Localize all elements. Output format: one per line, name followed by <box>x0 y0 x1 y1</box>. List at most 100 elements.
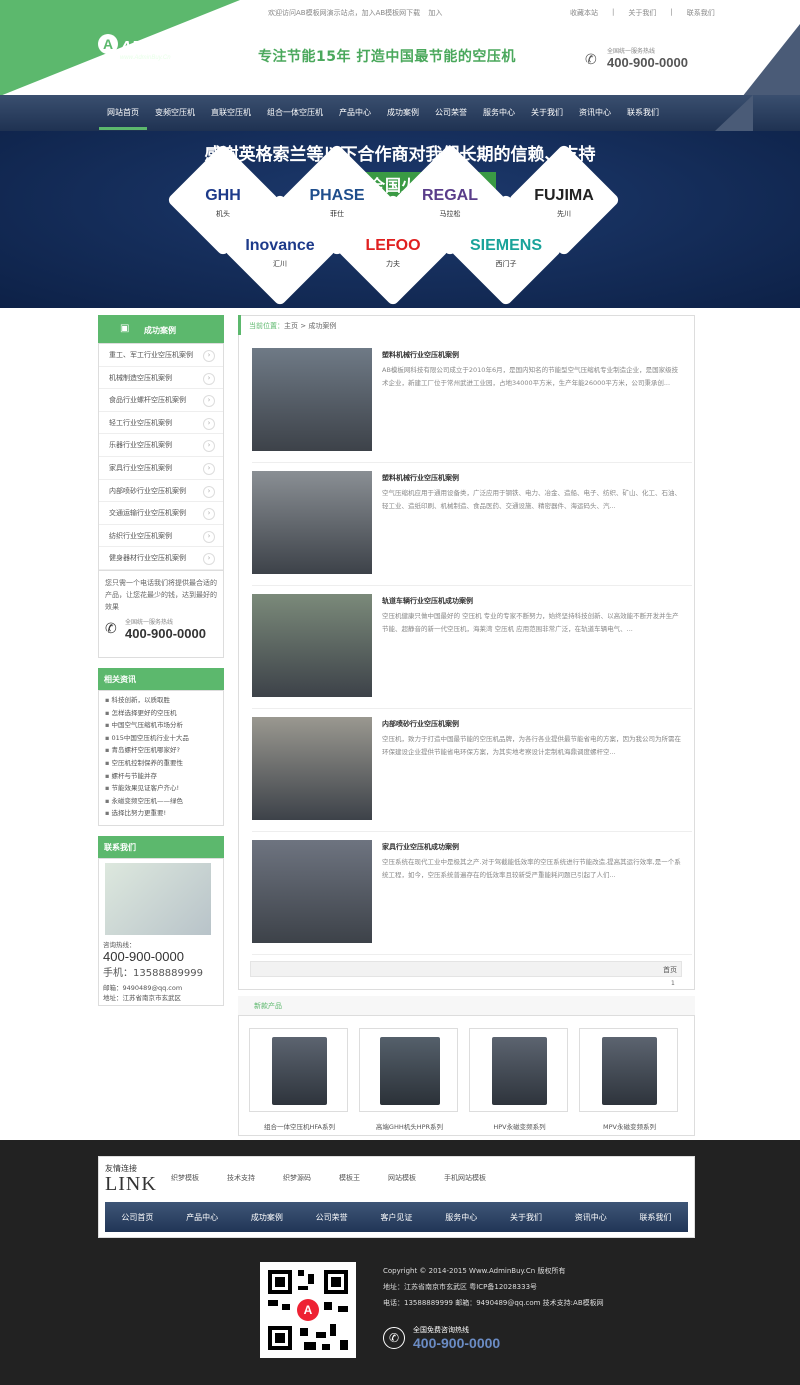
footer-nav-item[interactable]: 关于我们 <box>510 1212 542 1223</box>
sidebar-case-item[interactable]: 纺织行业空压机案例 <box>99 525 223 548</box>
footer-nav-item[interactable]: 服务中心 <box>445 1212 477 1223</box>
sidebar-case-item[interactable]: 重工、军工行业空压机案例 <box>99 344 223 367</box>
news-item[interactable]: 怎样选择更好的空压机 <box>99 707 223 720</box>
friend-link[interactable]: 手机网站模板 <box>444 1173 486 1183</box>
case-image[interactable] <box>252 840 372 943</box>
nav-item[interactable]: 服务中心 <box>475 96 523 130</box>
sidebar-contact: 咨询热线： 400-900-0000 手机：13588889999 邮箱：949… <box>98 857 224 1006</box>
sidebar-case-item[interactable]: 轻工行业空压机案例 <box>99 412 223 435</box>
news-item[interactable]: 螺杆与节能并存 <box>99 770 223 783</box>
footer-nav-item[interactable]: 联系我们 <box>640 1212 672 1223</box>
sidebar-case-item[interactable]: 乐器行业空压机案例 <box>99 434 223 457</box>
sidebar-case-item[interactable]: 内部喷砂行业空压机案例 <box>99 480 223 503</box>
slogan: 专注节能15年 打造中国最节能的空压机 <box>258 49 516 65</box>
sidebar-case-item[interactable]: 交通运输行业空压机案例 <box>99 502 223 525</box>
contact-link[interactable]: 联系我们 <box>687 8 715 18</box>
main-nav: 网站首页 变频空压机 直联空压机 组合一体空压机 产品中心 成功案例 公司荣誉 服务中心 关于我… <box>99 96 667 130</box>
partner-logo[interactable]: LEFOO 力夫 <box>338 237 448 269</box>
phone-icon: ✆ <box>105 620 117 637</box>
partner-cn: 西门子 <box>495 260 517 268</box>
case-item: 家具行业空压机成功案例 空压系统在现代工业中是极其之产.对于驾截能低效率的空压系统… <box>252 840 692 955</box>
friend-link[interactable]: 网站模板 <box>388 1173 416 1183</box>
sidebar-case-item[interactable]: 健身器材行业空压机案例 <box>99 547 223 570</box>
product-name[interactable]: 高端GHH机头HPR系列 <box>360 1121 459 1131</box>
news-item[interactable]: 选择比努力更重要! <box>99 807 223 820</box>
case-image[interactable] <box>252 471 372 574</box>
sidebar-promo: 您只需一个电话我们将提供最合适的产品，让您花最少的钱，达到最好的效果 ✆ 全国统… <box>98 570 224 658</box>
svg-text:A: A <box>304 1303 313 1317</box>
product-card[interactable]: HPV永磁变频系列 <box>469 1028 568 1131</box>
breadcrumb-bar <box>238 315 241 335</box>
news-item[interactable]: 015中国空压机行业十大品 <box>99 732 223 745</box>
product-image <box>380 1037 440 1105</box>
friend-link[interactable]: 织梦模板 <box>171 1173 199 1183</box>
footer-nav-item[interactable]: 资讯中心 <box>575 1212 607 1223</box>
pager-count: 1 <box>671 980 675 987</box>
news-item[interactable]: 空压机控制保养的重要性 <box>99 757 223 770</box>
logo-icon: A <box>98 34 118 54</box>
nav-item[interactable]: 网站首页 <box>99 96 147 130</box>
case-title[interactable]: 塑料机械行业空压机案例 <box>382 350 459 360</box>
news-item[interactable]: 节能效果见证客户齐心! <box>99 782 223 795</box>
pager: 首页 <box>250 961 682 977</box>
sidebar-case-item[interactable]: 机械制造空压机案例 <box>99 367 223 390</box>
nav-item[interactable]: 公司荣誉 <box>427 96 475 130</box>
case-desc: 空压机健康只做中国最好的 空压机 专业的专家不断努力，始终坚持科技创新、以高效能… <box>382 612 679 633</box>
footer-nav-item[interactable]: 成功案例 <box>251 1212 283 1223</box>
case-image[interactable] <box>252 594 372 697</box>
fav-link[interactable]: 收藏本站 <box>570 8 598 18</box>
friend-link[interactable]: 技术支持 <box>227 1173 255 1183</box>
product-name[interactable]: 组合一体空压机HFA系列 <box>250 1121 349 1131</box>
case-title[interactable]: 轨道车辆行业空压机成功案例 <box>382 596 473 606</box>
news-item[interactable]: 永磁变频空压机——绿色 <box>99 795 223 808</box>
product-image <box>272 1037 327 1105</box>
news-item[interactable]: 科技创新，以质取胜 <box>99 694 223 707</box>
footer-nav-item[interactable]: 产品中心 <box>186 1212 218 1223</box>
nav-item[interactable]: 直联空压机 <box>203 96 259 130</box>
product-name[interactable]: HPV永磁变频系列 <box>470 1121 569 1131</box>
partner-name: Inovance <box>245 237 315 254</box>
logo[interactable]: AB模板网 www.AdminBuy.Cn <box>120 33 191 61</box>
footer-nav-item[interactable]: 公司荣誉 <box>316 1212 348 1223</box>
friend-link[interactable]: 织梦源码 <box>283 1173 311 1183</box>
friend-link[interactable]: 模板王 <box>339 1173 360 1183</box>
nav-item[interactable]: 联系我们 <box>619 96 667 130</box>
nav-item[interactable]: 关于我们 <box>523 96 571 130</box>
product-card[interactable]: MPV永磁变频系列 <box>579 1028 678 1131</box>
qr-code-image: A <box>268 1270 348 1350</box>
partner-logo[interactable]: SIEMENS 西门子 <box>451 237 561 269</box>
product-image <box>602 1037 657 1105</box>
product-card[interactable]: 组合一体空压机HFA系列 <box>249 1028 348 1131</box>
case-image[interactable] <box>252 348 372 451</box>
sidebar-case-item[interactable]: 食品行业螺杆空压机案例 <box>99 389 223 412</box>
nav-item[interactable]: 产品中心 <box>331 96 379 130</box>
pager-first[interactable]: 首页 <box>663 965 677 975</box>
breadcrumb-home[interactable]: 主页 <box>284 322 298 330</box>
footer-nav-item[interactable]: 客户见证 <box>380 1212 412 1223</box>
case-item: 塑料机械行业空压机案例空气压缩机应用于通用设备类，广泛应用于钢铁、电力、冶金、造… <box>252 471 692 586</box>
news-item[interactable]: 青岛螺杆空压机哪家好? <box>99 744 223 757</box>
case-image[interactable] <box>252 717 372 820</box>
footer-nav-item[interactable]: 公司首页 <box>121 1212 153 1223</box>
case-title[interactable]: 家具行业空压机成功案例 <box>382 842 459 852</box>
header-hotline: ✆ 全国统一服务热线 400-900-0000 <box>585 48 688 70</box>
nav-item[interactable]: 资讯中心 <box>571 96 619 130</box>
case-item: 内部喷砂行业空压机案例 空压机，致力于打造中国最节能的空压机品牌，为各行各业提供最… <box>252 717 692 832</box>
about-link[interactable]: 关于我们 <box>628 8 656 18</box>
news-item[interactable]: 中国空气压缩机市场分析 <box>99 719 223 732</box>
sidebar-news-title: 相关资讯 <box>98 667 224 690</box>
product-card[interactable]: 高端GHH机头HPR系列 <box>359 1028 458 1131</box>
case-title[interactable]: 内部喷砂行业空压机案例 <box>382 719 459 729</box>
phone-icon: ✆ <box>585 52 597 68</box>
nav-item[interactable]: 变频空压机 <box>147 96 203 130</box>
nav-item[interactable]: 组合一体空压机 <box>259 96 331 130</box>
nav-item[interactable]: 成功案例 <box>379 96 427 130</box>
case-desc: 空气压缩机应用于通用设备类，广泛应用于钢铁、电力、冶金、造船、电子、纺织、矿山、… <box>382 489 681 510</box>
product-name[interactable]: MPV永磁变频系列 <box>580 1121 679 1131</box>
join-link[interactable]: 加入 <box>428 9 442 17</box>
partner-logo[interactable]: Inovance 汇川 <box>225 237 335 269</box>
sidebar-case-item[interactable]: 家具行业空压机案例 <box>99 457 223 480</box>
partner-cn: 汇川 <box>273 260 287 268</box>
case-desc: AB模板网科技有限公司成立于2010年6月，是国内知名的节能型空气压缩机专业制造… <box>382 366 679 387</box>
case-title[interactable]: 塑料机械行业空压机案例 <box>382 473 459 483</box>
